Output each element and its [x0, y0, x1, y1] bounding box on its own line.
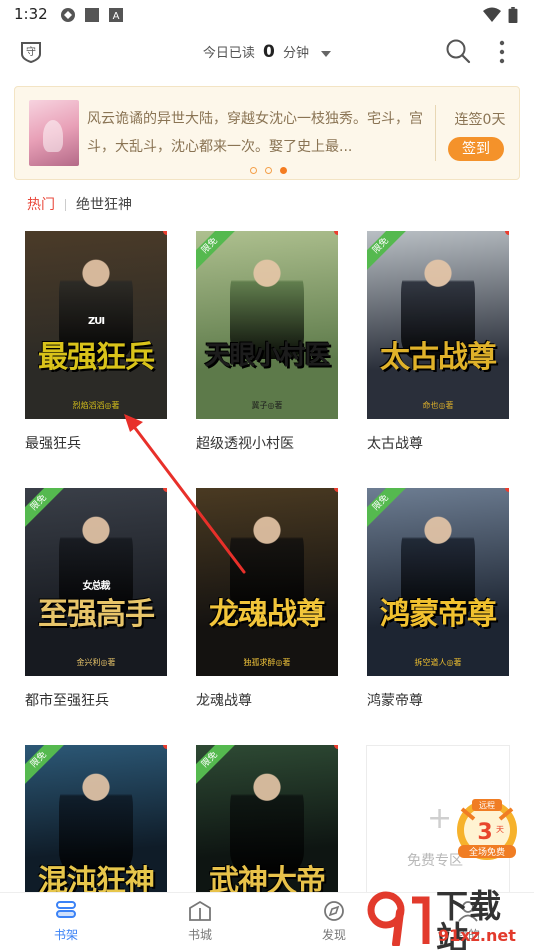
watermark-url: 91xz.net: [438, 926, 516, 945]
update-dot: [505, 231, 509, 235]
hot-keyword[interactable]: 绝世狂神: [76, 197, 132, 213]
discover-icon: [324, 901, 344, 921]
banner-text[interactable]: 风云诡谲的异世大陆，穿越女沈心一枝独秀。宅斗，宫斗，大乱斗，沈心都来一次。娶了史…: [87, 105, 427, 161]
free-ribbon: 限免: [25, 488, 67, 531]
cover-title: 武神大帝: [209, 864, 326, 896]
update-dot: [505, 488, 509, 492]
bookstore-icon: [189, 900, 211, 921]
book-cover[interactable]: ZUI 最强狂兵 烈焰滔滔◎著: [25, 231, 167, 419]
nav-bookstore[interactable]: 书城: [160, 899, 240, 943]
watermark: 下载站 91xz.net: [362, 886, 534, 950]
top-bar: 守 今日已读 0 分钟: [0, 30, 534, 76]
hot-tag: 热门: [27, 197, 55, 213]
badge-top-text: 远程: [479, 801, 495, 810]
nav-bookshelf[interactable]: 书架: [26, 899, 106, 943]
cover-title: 龙魂战尊: [209, 597, 326, 632]
book-title[interactable]: 超级透视小村医: [196, 433, 338, 453]
update-dot: [334, 231, 338, 235]
free-ribbon: 限免: [196, 231, 238, 274]
status-time: 1:32: [14, 5, 48, 23]
status-bar: 1:32 A: [0, 0, 534, 30]
free-ribbon: 限免: [367, 231, 409, 274]
reading-prefix: 今日已读: [202, 46, 255, 61]
banner-book-cover[interactable]: [29, 100, 79, 166]
cover-figure: [230, 763, 304, 873]
wifi-icon: [483, 7, 501, 22]
badge-number: 3: [477, 820, 492, 845]
watermark-logo-icon: [367, 891, 430, 946]
update-dot: [163, 488, 167, 492]
book-item[interactable]: ZUI 最强狂兵 烈焰滔滔◎著 最强狂兵: [25, 231, 167, 453]
bookshelf-icon: [56, 901, 76, 918]
sign-status: 连签0天: [454, 112, 506, 128]
free-ribbon: 限免: [196, 745, 238, 788]
nav-label: 书架: [53, 928, 78, 942]
badge-bottom-text: 全场免费: [469, 846, 505, 858]
sign-in-button[interactable]: 签到: [448, 137, 504, 161]
update-dot: [334, 488, 338, 492]
reading-minutes: 0: [263, 42, 275, 62]
free-ribbon: 限免: [25, 745, 67, 788]
cover-author: 金兴利◎著: [76, 658, 116, 667]
reading-suffix: 分钟: [282, 46, 309, 61]
pager-dot-active: [279, 167, 287, 174]
nav-label: 书城: [187, 928, 212, 942]
book-item[interactable]: 混沌狂神 限免: [25, 745, 167, 895]
book-cover[interactable]: 龙魂战尊 独孤求醉◎著: [196, 488, 338, 676]
book-title[interactable]: 龙魂战尊: [196, 690, 338, 710]
book-cover[interactable]: 天眼小村医 冀子◎著 限免: [196, 231, 338, 419]
caret-down-icon: [321, 50, 332, 57]
book-cover[interactable]: 混沌狂神 限免: [25, 745, 167, 895]
search-icon[interactable]: [445, 38, 471, 64]
cover-title: 混沌狂神: [38, 864, 155, 896]
a-icon: A: [109, 8, 123, 22]
plus-icon: +: [427, 801, 453, 836]
banner-pager: [15, 167, 521, 177]
more-icon[interactable]: [495, 38, 509, 66]
book-item[interactable]: 鸿蒙帝尊 拆空道人◎著 限免 鸿蒙帝尊: [367, 488, 509, 710]
book-cover[interactable]: 女总裁 至强高手 金兴利◎著 限免: [25, 488, 167, 676]
cover-author: 烈焰滔滔◎著: [72, 401, 120, 410]
free-ribbon: 限免: [367, 488, 409, 531]
update-dot: [334, 745, 338, 749]
cover-title: 太古战尊: [380, 340, 497, 375]
pager-dot: [264, 167, 272, 174]
book-cover[interactable]: 太古战尊 命也◎著 限免: [367, 231, 509, 419]
book-title[interactable]: 都市至强狂兵: [25, 690, 167, 710]
update-dot: [163, 745, 167, 749]
book-title[interactable]: 鸿蒙帝尊: [367, 690, 509, 710]
promo-banner[interactable]: 风云诡谲的异世大陆，穿越女沈心一枝独秀。宅斗，宫斗，大乱斗，沈心都来一次。娶了史…: [14, 86, 520, 180]
hot-search[interactable]: 热门 绝世狂神: [27, 194, 132, 214]
pager-dot: [249, 167, 257, 174]
cover-title: 至强高手: [38, 597, 155, 632]
book-item[interactable]: 女总裁 至强高手 金兴利◎著 限免 都市至强狂兵: [25, 488, 167, 710]
cover-subtitle: ZUI: [87, 316, 105, 327]
book-item[interactable]: 武神大帝 限免: [196, 745, 338, 895]
cover-author: 冀子◎著: [251, 401, 283, 410]
app-icon: [61, 8, 75, 22]
divider: [65, 199, 66, 211]
cover-author: 独孤求醉◎著: [243, 658, 291, 667]
cover-author: 命也◎著: [422, 401, 454, 410]
cover-title: 最强狂兵: [38, 340, 155, 375]
stop-icon: [85, 8, 99, 22]
divider: [435, 105, 436, 161]
svg-text:A: A: [113, 11, 120, 22]
cover-subtitle: 女总裁: [82, 581, 111, 592]
book-item[interactable]: 龙魂战尊 独孤求醉◎著 龙魂战尊: [196, 488, 338, 710]
cover-figure: [59, 763, 133, 873]
book-title[interactable]: 最强狂兵: [25, 433, 167, 453]
book-item[interactable]: 太古战尊 命也◎著 限免 太古战尊: [367, 231, 509, 453]
free-days-badge[interactable]: 远程 3 天 全场免费: [452, 795, 522, 865]
battery-icon: [508, 7, 518, 23]
cover-author: 拆空道人◎著: [414, 658, 462, 667]
book-title[interactable]: 太古战尊: [367, 433, 509, 453]
cover-title: 鸿蒙帝尊: [380, 597, 497, 632]
badge-unit: 天: [496, 825, 504, 834]
update-dot: [163, 231, 167, 235]
book-item[interactable]: 天眼小村医 冀子◎著 限免 超级透视小村医: [196, 231, 338, 453]
book-cover[interactable]: 武神大帝 限免: [196, 745, 338, 895]
book-cover[interactable]: 鸿蒙帝尊 拆空道人◎著 限免: [367, 488, 509, 676]
cover-title: 天眼小村医: [204, 341, 330, 371]
